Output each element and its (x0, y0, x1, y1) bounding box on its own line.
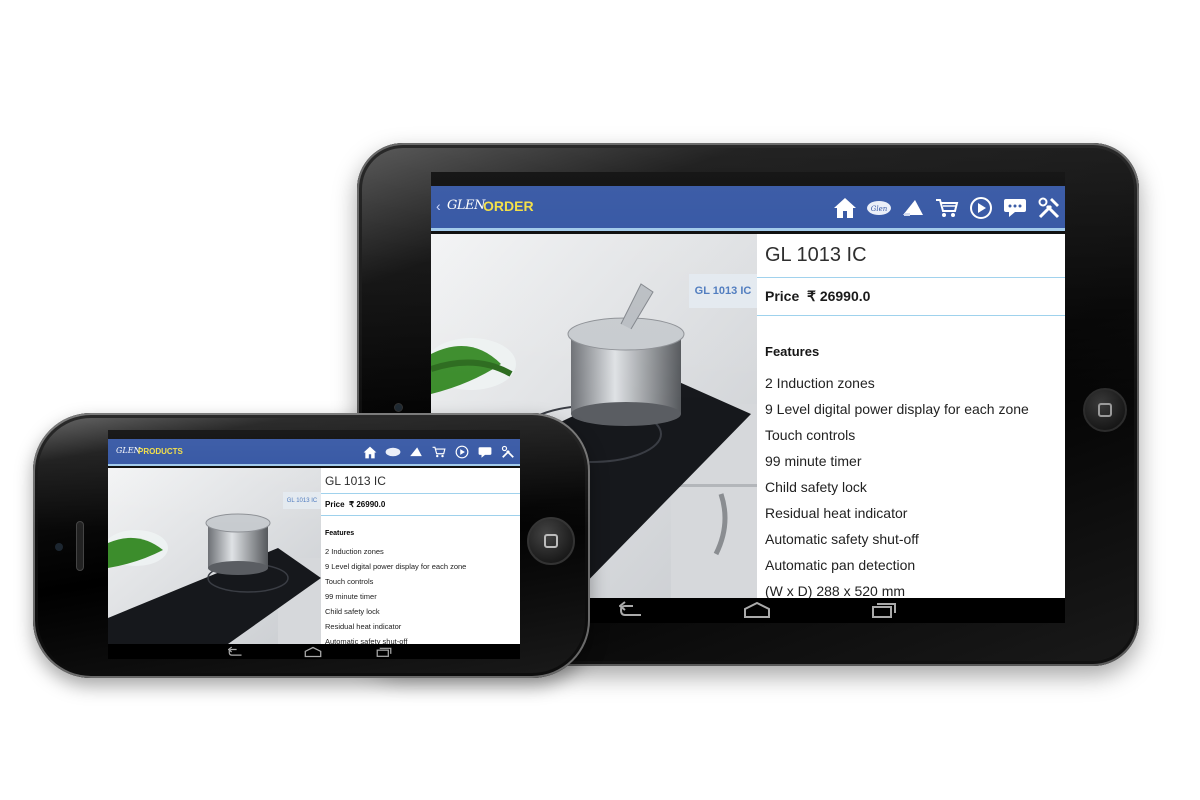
tools-icon[interactable] (1035, 194, 1063, 222)
feature-item: 9 Level digital power display for each z… (325, 562, 467, 571)
cart-icon[interactable] (933, 194, 961, 222)
phone-device: GLEN PRODUCTS GL 1013 IC GL 1013 IC Pric… (33, 413, 590, 678)
nav-home-icon[interactable] (304, 645, 322, 659)
nav-recents-icon[interactable] (871, 601, 897, 623)
status-bar (108, 430, 520, 439)
feature-item: 2 Induction zones (325, 547, 384, 556)
product-model: GL 1013 IC (757, 234, 1065, 278)
feature-item: Touch controls (765, 427, 856, 443)
glen-logo[interactable]: GLEN (447, 198, 485, 213)
feature-item: 99 minute timer (325, 592, 377, 601)
product-info: GL 1013 IC Price ₹ 26990.0 Features 2 In… (321, 468, 520, 644)
feature-item: Automatic pan detection (765, 557, 916, 573)
price-label: Price (325, 500, 345, 509)
feature-item: Residual heat indicator (765, 505, 908, 521)
megaphone-icon[interactable] (899, 194, 927, 222)
feature-item: 9 Level digital power display for each z… (765, 401, 1029, 417)
product-detail: GL 1013 IC GL 1013 IC Price ₹ 26990.0 Fe… (108, 468, 520, 644)
svg-text:Glen: Glen (871, 205, 888, 213)
header-toolbar: Glen (831, 194, 1063, 222)
back-icon[interactable]: ‹ (436, 198, 441, 214)
product-info: GL 1013 IC Price ₹ 26990.0 Features 2 In… (757, 234, 1065, 598)
photo-model-tag: GL 1013 IC (689, 274, 757, 308)
features-list: 2 Induction zones 9 Level digital power … (321, 545, 520, 644)
feature-item: Child safety lock (765, 479, 867, 495)
glen-brand-icon[interactable] (383, 443, 403, 461)
app-header: GLEN PRODUCTS (108, 439, 520, 466)
feature-item: 2 Induction zones (765, 375, 875, 391)
feature-item: Automatic safety shut-off (765, 531, 919, 547)
price-value: ₹ 26990.0 (349, 500, 386, 509)
page-title: ORDER (483, 198, 534, 214)
device-mockup-stage: ‹ GLEN ORDER Glen GL 1013 IC GL 1013 IC … (0, 0, 1200, 800)
glen-brand-icon[interactable]: Glen (865, 194, 893, 222)
product-price: Price ₹ 26990.0 (321, 494, 520, 516)
features-heading: Features (765, 344, 820, 359)
tablet-home-button[interactable] (1083, 388, 1127, 432)
feature-item: Touch controls (325, 577, 374, 586)
nav-home-icon[interactable] (743, 601, 771, 623)
play-icon[interactable] (452, 443, 472, 461)
photo-model-tag: GL 1013 IC (283, 492, 321, 509)
feature-item: Child safety lock (325, 607, 380, 616)
play-icon[interactable] (967, 194, 995, 222)
nav-back-icon[interactable] (618, 601, 645, 623)
glen-logo[interactable]: GLEN (116, 446, 141, 455)
megaphone-icon[interactable] (406, 443, 426, 461)
cart-icon[interactable] (429, 443, 449, 461)
product-price: Price ₹ 26990.0 (757, 278, 1065, 316)
price-label: Price (765, 288, 800, 304)
product-photo: GL 1013 IC (108, 468, 321, 644)
price-value: ₹ 26990.0 (807, 288, 871, 304)
android-nav-bar (108, 644, 520, 659)
product-model: GL 1013 IC (321, 468, 520, 494)
feature-item: (W x D) 288 x 520 mm (765, 583, 906, 598)
home-icon[interactable] (360, 443, 380, 461)
nav-recents-icon[interactable] (376, 645, 392, 659)
home-icon[interactable] (831, 194, 859, 222)
feature-item: Automatic safety shut-off (325, 637, 408, 644)
phone-screen: GLEN PRODUCTS GL 1013 IC GL 1013 IC Pric… (108, 430, 520, 659)
feature-item: 99 minute timer (765, 453, 862, 469)
chat-icon[interactable] (1001, 194, 1029, 222)
feature-item: Residual heat indicator (325, 622, 402, 631)
phone-speaker (76, 521, 84, 571)
phone-home-button[interactable] (527, 517, 575, 565)
page-title: PRODUCTS (138, 447, 183, 456)
tools-icon[interactable] (498, 443, 518, 461)
phone-camera (55, 543, 63, 551)
tablet-camera (394, 403, 403, 412)
chat-icon[interactable] (475, 443, 495, 461)
header-toolbar (360, 443, 518, 461)
features-list: 2 Induction zones 9 Level digital power … (757, 371, 1065, 598)
app-header: ‹ GLEN ORDER Glen (431, 186, 1065, 231)
nav-back-icon[interactable] (227, 645, 244, 659)
features-heading: Features (325, 530, 355, 537)
